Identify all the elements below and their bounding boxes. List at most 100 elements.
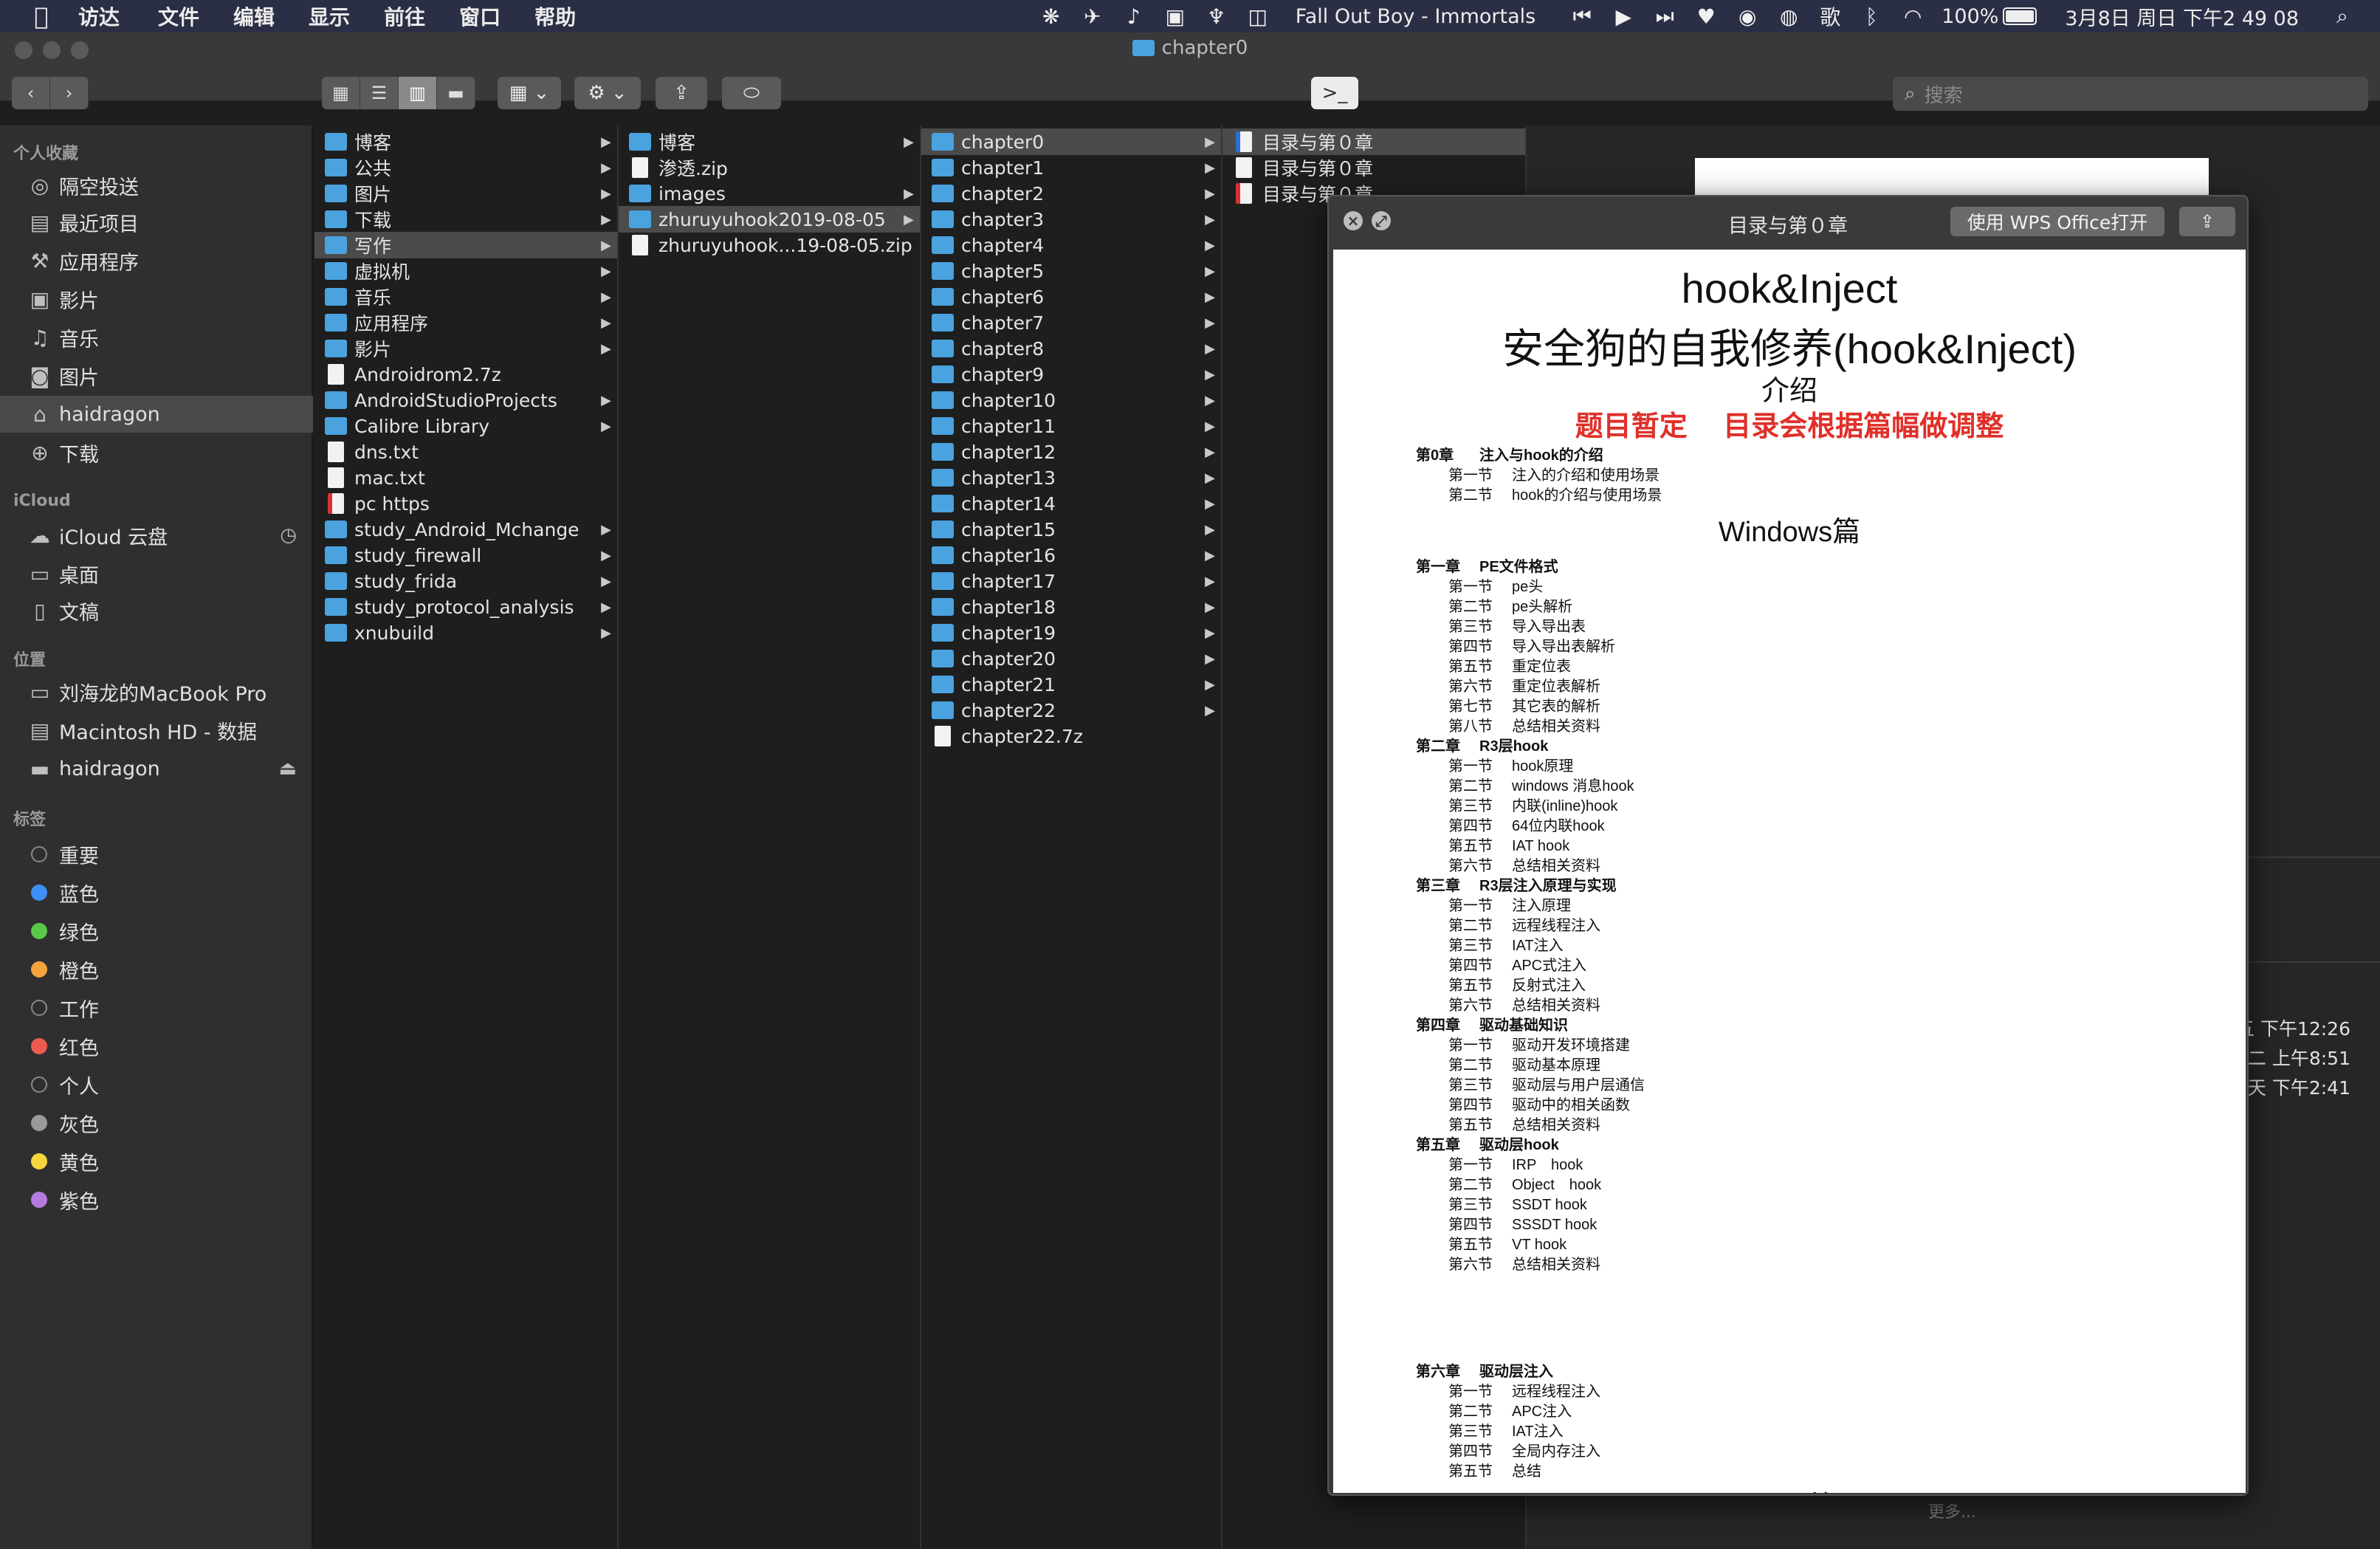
forward-button[interactable]: › xyxy=(50,77,89,109)
file-row[interactable]: 音乐 ▶ xyxy=(314,284,617,310)
file-row[interactable]: chapter4 ▶ xyxy=(921,232,1221,258)
sidebar-tag-item[interactable]: 绿色 xyxy=(0,913,313,949)
share-button[interactable]: ⇪ xyxy=(656,77,707,109)
sidebar-item-haidragon-volume[interactable]: ▬ haidragon ⏏ xyxy=(0,750,313,787)
action-menu-button[interactable]: ⚙ ⌄ xyxy=(574,77,641,109)
file-row[interactable]: chapter18 ▶ xyxy=(921,594,1221,620)
file-row[interactable]: chapter21 ▶ xyxy=(921,671,1221,698)
file-row[interactable]: chapter19 ▶ xyxy=(921,619,1221,646)
file-row[interactable]: 渗透.zip xyxy=(619,154,920,181)
app-status-icon[interactable]: ❋ xyxy=(1039,4,1064,29)
bell-icon[interactable]: ♪ xyxy=(1121,4,1146,29)
file-row[interactable]: images ▶ xyxy=(619,180,920,207)
terminal-button[interactable]: >_ xyxy=(1311,77,1358,109)
file-row[interactable]: 博客 ▶ xyxy=(619,128,920,155)
file-row[interactable]: 目录与第０章 xyxy=(1222,128,1525,155)
netease-music-icon[interactable]: ◉ xyxy=(1735,4,1760,29)
paper-plane-icon[interactable]: ✈ xyxy=(1080,4,1105,29)
file-row[interactable]: 写作 ▶ xyxy=(314,232,617,258)
battery-status[interactable]: 100% xyxy=(1942,5,2037,28)
menu-file[interactable]: 文件 xyxy=(158,1,199,31)
sidebar-tag-item[interactable]: 灰色 xyxy=(0,1105,313,1141)
wechat-icon[interactable]: ◍ xyxy=(1776,4,1801,29)
menu-window[interactable]: 窗口 xyxy=(459,1,501,31)
file-row[interactable]: 虚拟机 ▶ xyxy=(314,258,617,284)
file-row[interactable]: chapter11 ▶ xyxy=(921,413,1221,439)
next-track-icon[interactable]: ⏭ xyxy=(1652,4,1677,28)
file-row[interactable]: chapter12 ▶ xyxy=(921,439,1221,465)
file-row[interactable]: AndroidStudioProjects ▶ xyxy=(314,387,617,413)
document-page[interactable]: hook&Inject 安全狗的自我修养(hook&Inject) 介绍 题目暂… xyxy=(1333,250,2246,1493)
sidebar-tag-item[interactable]: 红色 xyxy=(0,1028,313,1065)
sidebar-tag-item[interactable]: 个人 xyxy=(0,1066,313,1103)
list-view-button[interactable]: ☰ xyxy=(360,77,399,109)
heart-icon[interactable]: ♥ xyxy=(1693,4,1719,29)
column-view-button[interactable]: ▥ xyxy=(399,77,437,109)
bird-icon[interactable]: ♆ xyxy=(1204,4,1229,29)
bluetooth-icon[interactable]: ᛒ xyxy=(1859,4,1884,29)
gallery-view-button[interactable]: ▬ xyxy=(437,77,475,109)
file-row[interactable]: chapter22 ▶ xyxy=(921,697,1221,724)
file-row[interactable]: Androidrom2.7z xyxy=(314,361,617,388)
edit-tags-button[interactable]: ⬭ xyxy=(722,77,781,109)
file-row[interactable]: 应用程序 ▶ xyxy=(314,309,617,336)
file-row[interactable]: chapter0 ▶ xyxy=(921,128,1221,155)
file-row[interactable]: chapter13 ▶ xyxy=(921,464,1221,491)
apple-menu-icon[interactable]:  xyxy=(27,1,56,31)
menu-help[interactable]: 帮助 xyxy=(534,1,576,31)
file-row[interactable]: study_Android_Mchange ▶ xyxy=(314,516,617,543)
sidebar-tag-item[interactable]: 橙色 xyxy=(0,951,313,988)
file-row[interactable]: chapter6 ▶ xyxy=(921,284,1221,310)
chat-icon[interactable]: ▣ xyxy=(1163,4,1188,29)
file-row[interactable]: mac.txt xyxy=(314,464,617,491)
eject-icon[interactable]: ⏏ xyxy=(278,758,297,780)
file-row[interactable]: study_frida ▶ xyxy=(314,568,617,594)
file-row[interactable]: zhuruyuhook2019-08-05 ▶ xyxy=(619,206,920,233)
file-row[interactable]: 下载 ▶ xyxy=(314,206,617,233)
file-row[interactable]: Calibre Library ▶ xyxy=(314,413,617,439)
sidebar-item-icloud-drive[interactable]: ☁ iCloud 云盘 ◷ xyxy=(0,517,313,554)
group-by-button[interactable]: ▦ ⌄ xyxy=(498,77,561,109)
file-row[interactable]: 影片 ▶ xyxy=(314,335,617,362)
sidebar-item-applications[interactable]: ⚒ 应用程序 xyxy=(0,242,313,279)
menu-view[interactable]: 显示 xyxy=(309,1,350,31)
sidebar-item-movies[interactable]: ▣ 影片 xyxy=(0,281,313,317)
file-row[interactable]: chapter14 ▶ xyxy=(921,490,1221,517)
file-row[interactable]: pc https xyxy=(314,490,617,517)
sidebar-item-recents[interactable]: ▤ 最近项目 xyxy=(0,204,313,241)
spotlight-search-icon[interactable]: ⌕ xyxy=(2330,4,2355,28)
file-row[interactable]: chapter16 ▶ xyxy=(921,542,1221,569)
open-with-wps-button[interactable]: 使用 WPS Office打开 xyxy=(1950,207,2164,236)
sidebar-tag-item[interactable]: 蓝色 xyxy=(0,874,313,911)
file-row[interactable]: study_protocol_analysis ▶ xyxy=(314,594,617,620)
back-button[interactable]: ‹ xyxy=(12,77,50,109)
file-row[interactable]: chapter9 ▶ xyxy=(921,361,1221,388)
sidebar-tag-item[interactable]: 黄色 xyxy=(0,1143,313,1180)
file-row[interactable]: xnubuild ▶ xyxy=(314,619,617,646)
wifi-icon[interactable]: ◠ xyxy=(1900,4,1925,29)
file-row[interactable]: dns.txt xyxy=(314,439,617,465)
file-row[interactable]: study_firewall ▶ xyxy=(314,542,617,569)
file-row[interactable]: chapter10 ▶ xyxy=(921,387,1221,413)
sidebar-item-downloads[interactable]: ⊕ 下载 xyxy=(0,434,313,471)
file-row[interactable]: chapter5 ▶ xyxy=(921,258,1221,284)
sidebar-tag-item[interactable]: 紫色 xyxy=(0,1181,313,1218)
file-row[interactable]: chapter2 ▶ xyxy=(921,180,1221,207)
play-icon[interactable]: ▶ xyxy=(1611,4,1636,29)
file-row[interactable]: chapter3 ▶ xyxy=(921,206,1221,233)
file-row[interactable]: chapter1 ▶ xyxy=(921,154,1221,181)
sidebar-item-music[interactable]: ♫ 音乐 xyxy=(0,319,313,356)
sidebar-item-macintosh-hd[interactable]: ▤ Macintosh HD - 数据 xyxy=(0,712,313,749)
file-row[interactable]: chapter20 ▶ xyxy=(921,645,1221,672)
file-row[interactable]: chapter15 ▶ xyxy=(921,516,1221,543)
input-method-icon[interactable]: 歌 xyxy=(1817,5,1843,30)
file-row[interactable]: 图片 ▶ xyxy=(314,180,617,207)
file-row[interactable]: chapter7 ▶ xyxy=(921,309,1221,336)
more-link[interactable]: 更多... xyxy=(1928,1499,1976,1522)
file-row[interactable]: 博客 ▶ xyxy=(314,128,617,155)
menu-clock[interactable]: 3月8日 周日 下午2 49 08 xyxy=(2065,2,2299,31)
sidebar-tag-item[interactable]: 工作 xyxy=(0,989,313,1026)
search-input[interactable]: ⌕ 搜索 xyxy=(1893,77,2368,111)
file-row[interactable]: zhuruyuhook...19-08-05.zip xyxy=(619,232,920,258)
sidebar-item-documents[interactable]: ▯ 文稿 xyxy=(0,592,313,629)
